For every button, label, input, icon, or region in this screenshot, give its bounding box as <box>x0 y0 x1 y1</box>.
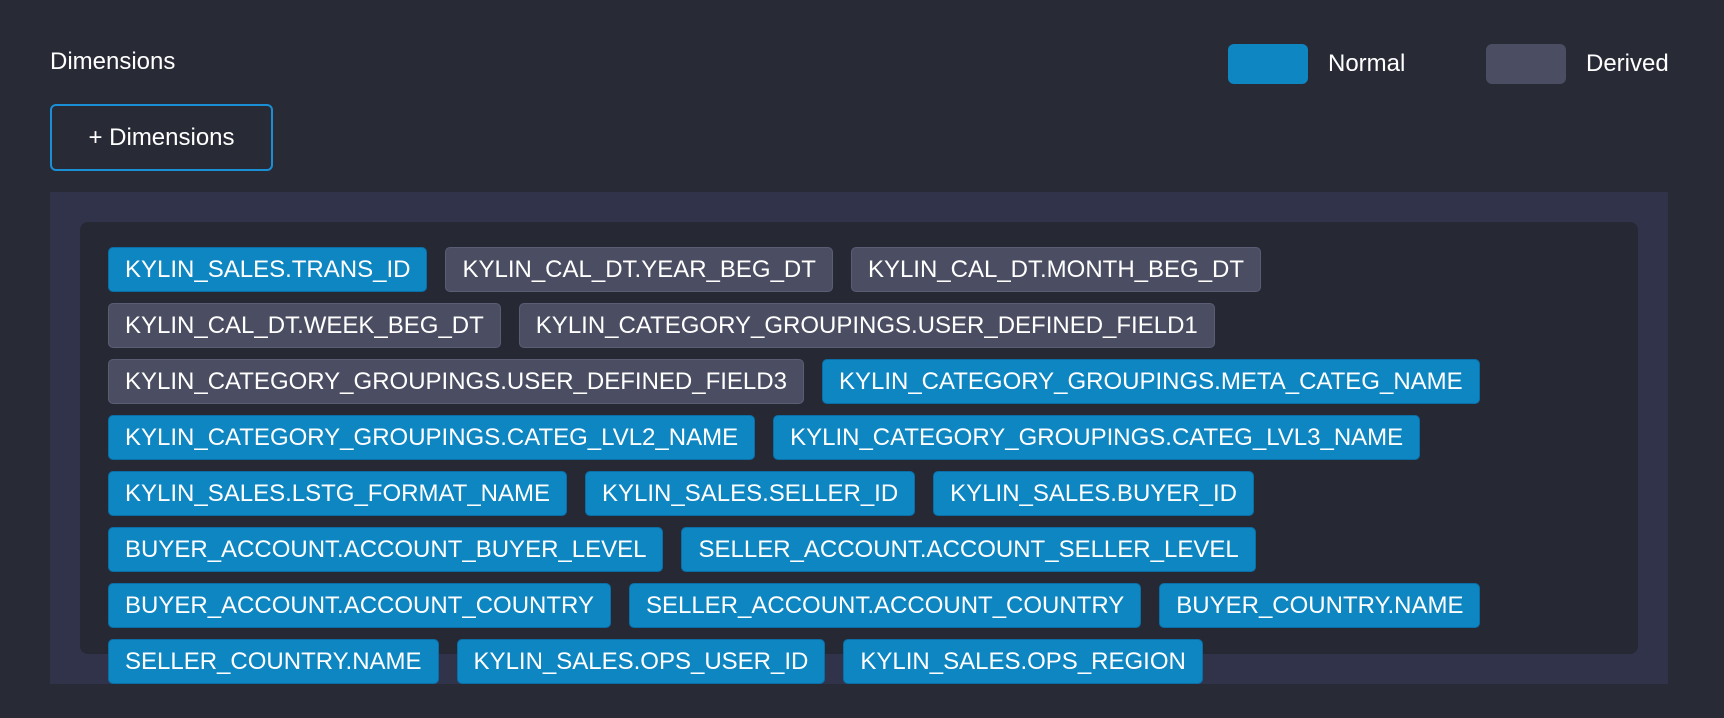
dimension-tag-list: KYLIN_SALES.TRANS_ID KYLIN_CAL_DT.YEAR_BE… <box>108 247 1610 684</box>
legend-normal: Normal <box>1228 44 1405 84</box>
dimension-tag-normal[interactable]: KYLIN_CATEGORY_GROUPINGS.META_CATEG_NAME <box>821 359 1480 404</box>
dimension-tag-normal[interactable]: BUYER_ACCOUNT.ACCOUNT_BUYER_LEVEL <box>108 527 664 572</box>
dimension-tag-normal[interactable]: KYLIN_SALES.SELLER_ID <box>585 471 916 516</box>
dimension-tag-normal[interactable]: BUYER_ACCOUNT.ACCOUNT_COUNTRY <box>108 583 611 628</box>
dimension-tag-derived[interactable]: KYLIN_CAL_DT.YEAR_BEG_DT <box>445 247 833 292</box>
dimensions-container: KYLIN_SALES.TRANS_ID KYLIN_CAL_DT.YEAR_BE… <box>80 222 1638 684</box>
dimension-tag-normal[interactable]: BUYER_COUNTRY.NAME <box>1159 583 1481 628</box>
dimensions-panel: KYLIN_SALES.TRANS_ID KYLIN_CAL_DT.YEAR_BE… <box>50 192 1668 684</box>
section-title: Dimensions <box>50 48 176 75</box>
dimension-tag-normal[interactable]: KYLIN_SALES.OPS_REGION <box>843 639 1203 684</box>
legend-derived-label: Derived <box>1586 50 1669 77</box>
dimension-tag-normal[interactable]: SELLER_ACCOUNT.ACCOUNT_COUNTRY <box>628 583 1142 628</box>
dimension-tag-derived[interactable]: KYLIN_CAL_DT.MONTH_BEG_DT <box>850 247 1262 292</box>
dimension-tag-derived[interactable]: KYLIN_CAL_DT.WEEK_BEG_DT <box>108 303 501 348</box>
dimension-tag-normal[interactable]: SELLER_COUNTRY.NAME <box>108 639 439 684</box>
dimension-tag-derived[interactable]: KYLIN_CATEGORY_GROUPINGS.USER_DEFINED_FI… <box>108 359 804 404</box>
dimension-tag-normal[interactable]: KYLIN_CATEGORY_GROUPINGS.CATEG_LVL3_NAME <box>773 415 1421 460</box>
dimension-tag-normal[interactable]: KYLIN_SALES.BUYER_ID <box>933 471 1254 516</box>
dimension-tag-normal[interactable]: KYLIN_SALES.OPS_USER_ID <box>456 639 826 684</box>
legend-derived: Derived <box>1486 44 1669 84</box>
dimension-tag-normal[interactable]: KYLIN_CATEGORY_GROUPINGS.CATEG_LVL2_NAME <box>108 415 756 460</box>
legend-normal-swatch <box>1228 44 1308 84</box>
dimension-tag-normal[interactable]: KYLIN_SALES.LSTG_FORMAT_NAME <box>108 471 568 516</box>
add-dimensions-button[interactable]: + Dimensions <box>50 104 273 171</box>
legend-normal-label: Normal <box>1328 50 1406 77</box>
dimension-tag-normal[interactable]: KYLIN_SALES.TRANS_ID <box>108 247 428 292</box>
legend-derived-swatch <box>1486 44 1566 84</box>
dimension-tag-normal[interactable]: SELLER_ACCOUNT.ACCOUNT_SELLER_LEVEL <box>681 527 1256 572</box>
dimension-tag-derived[interactable]: KYLIN_CATEGORY_GROUPINGS.USER_DEFINED_FI… <box>518 303 1215 348</box>
